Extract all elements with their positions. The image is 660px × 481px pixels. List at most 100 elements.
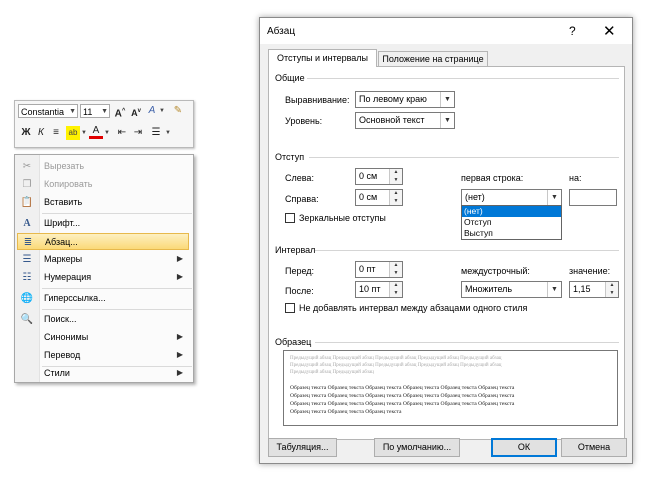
bullets-icon: ☰ [22,254,32,265]
font-size-combo[interactable]: 11 ▼ [80,104,110,118]
section-divider [315,250,619,251]
spin-up-icon[interactable]: ▲ [606,282,618,289]
tabs-button[interactable]: Табуляция... [268,438,337,457]
align-center-button[interactable]: ≡ [49,126,63,140]
chevron-down-icon: ▼ [547,282,561,297]
spin-up-icon[interactable]: ▲ [390,169,402,176]
level-value: Основной текст [359,115,425,125]
menu-item-hyperlink[interactable]: 🌐 Гиперссылка... [17,290,189,307]
menu-item-search[interactable]: 🔍 Поиск... [17,311,189,328]
ok-button[interactable]: ОК [491,438,557,457]
format-painter-icon[interactable]: ✎ [171,104,185,118]
preview-sample-line: Образец текста Образец текста Образец те… [290,401,515,407]
close-button[interactable]: ✕ [603,22,616,40]
font-name-combo[interactable]: Constantia ▼ [18,104,78,118]
line-spacing-select[interactable]: Множитель ▼ [461,281,562,298]
numbering-icon: ☷ [22,272,32,283]
first-line-label: первая строка: [461,173,524,183]
menu-item-numbering[interactable]: ☷ Нумерация ▶ [17,269,189,286]
bullets-button[interactable]: ☰ [149,126,163,140]
spacing-value-spinner[interactable]: 1,15 ▲ ▼ [569,281,619,298]
first-line-dropdown-list: (нет) Отступ Выступ [461,205,562,240]
indent-right-label: Справа: [285,194,319,204]
spacing-before-label: Перед: [285,266,315,276]
indent-right-value: 0 см [359,192,378,202]
spin-down-icon[interactable]: ▼ [390,198,402,205]
menu-item-bullets[interactable]: ☰ Маркеры ▶ [17,251,189,268]
shrink-font-button[interactable]: Av [129,104,143,118]
dropdown-option-indent[interactable]: Отступ [462,217,561,228]
preview-sample-line: Образец текста Образец текста Образец те… [290,409,402,415]
alignment-select[interactable]: По левому краю ▼ [355,91,455,108]
tab-line-page-breaks[interactable]: Положение на странице [378,51,488,66]
spinner-buttons[interactable]: ▲ ▼ [389,282,402,297]
menu-item-label: Маркеры [44,254,83,264]
menu-item-paste[interactable]: 📋 Вставить [17,194,189,211]
submenu-arrow-icon: ▶ [176,254,183,263]
spinner-buttons[interactable]: ▲ ▼ [389,169,402,184]
menu-item-styles[interactable]: Стили ▶ [17,365,189,382]
increase-indent-button[interactable]: ⇥ [131,126,145,140]
menu-item-label: Копировать [44,179,93,189]
section-indent-title: Отступ [275,152,305,162]
font-name-value: Constantia [21,107,65,117]
spin-down-icon[interactable]: ▼ [390,270,402,277]
level-select[interactable]: Основной текст ▼ [355,112,455,129]
spinner-buttons[interactable]: ▲ ▼ [605,282,618,297]
italic-button[interactable]: К [34,126,48,140]
spin-down-icon[interactable]: ▼ [390,177,402,184]
grow-font-button[interactable]: A^ [113,104,127,119]
first-line-select[interactable]: (нет) ▼ [461,189,562,206]
decrease-indent-button[interactable]: ⇤ [115,126,129,140]
tab-indents-spacing[interactable]: Отступы и интервалы [268,49,377,67]
menu-item-font[interactable]: A Шрифт... [17,215,189,232]
font-color-button[interactable]: A [89,125,103,139]
highlight-button[interactable]: ab [66,126,80,140]
section-sample-title: Образец [275,337,312,347]
by-input[interactable] [569,189,617,206]
menu-item-synonyms[interactable]: Синонимы ▶ [17,329,189,346]
no-space-same-style-checkbox[interactable] [285,303,295,313]
alignment-label: Выравнивание: [285,95,350,105]
menu-item-translate[interactable]: Перевод ▶ [17,347,189,364]
menu-item-label: Вставить [44,197,83,207]
spinner-buttons[interactable]: ▲ ▼ [389,190,402,205]
help-button[interactable]: ? [569,24,576,38]
paste-icon: 📋 [20,197,34,208]
indent-left-spinner[interactable]: 0 см ▲ ▼ [355,168,403,185]
font-size-value: 11 [83,107,93,117]
chevron-down-icon: ▼ [69,108,76,115]
menu-item-cut[interactable]: ✂ Вырезать [17,158,189,175]
menu-item-copy[interactable]: ❐ Копировать [17,176,189,193]
spacing-value-label: значение: [569,266,611,276]
menu-item-paragraph[interactable]: ≣ Абзац... [17,233,189,250]
scissors-icon: ✂ [22,161,32,172]
cancel-button[interactable]: Отмена [561,438,627,457]
chevron-down-icon: ▼ [165,130,171,136]
styles-button[interactable]: A [145,104,159,118]
spin-up-icon[interactable]: ▲ [390,262,402,269]
spacing-after-spinner[interactable]: 10 пт ▲ ▼ [355,281,403,298]
preview-prev-line: Предыдущий абзац Предыдущий абзац Предыд… [290,356,502,361]
section-general-title: Общие [275,73,305,83]
menu-separator [42,309,192,310]
submenu-arrow-icon: ▶ [176,272,183,281]
menu-item-label: Синонимы [44,332,89,342]
indent-right-spinner[interactable]: 0 см ▲ ▼ [355,189,403,206]
search-icon: 🔍 [20,314,34,325]
set-default-button[interactable]: По умолчанию... [374,438,460,457]
menu-item-label: Поиск... [44,314,77,324]
mirror-indents-checkbox[interactable] [285,213,295,223]
spinner-buttons[interactable]: ▲ ▼ [389,262,402,277]
spin-down-icon[interactable]: ▼ [606,290,618,297]
paragraph-dialog: Абзац ? ✕ Отступы и интервалы Положение … [259,17,633,464]
dropdown-option-none[interactable]: (нет) [462,206,561,217]
preview-prev-line: Предыдущий абзац Предыдущий абзац Предыд… [290,363,502,368]
bold-button[interactable]: Ж [19,126,33,140]
spin-up-icon[interactable]: ▲ [390,282,402,289]
dropdown-option-hanging[interactable]: Выступ [462,228,561,239]
section-divider [309,157,619,158]
spin-down-icon[interactable]: ▼ [390,290,402,297]
spin-up-icon[interactable]: ▲ [390,190,402,197]
spacing-before-spinner[interactable]: 0 пт ▲ ▼ [355,261,403,278]
